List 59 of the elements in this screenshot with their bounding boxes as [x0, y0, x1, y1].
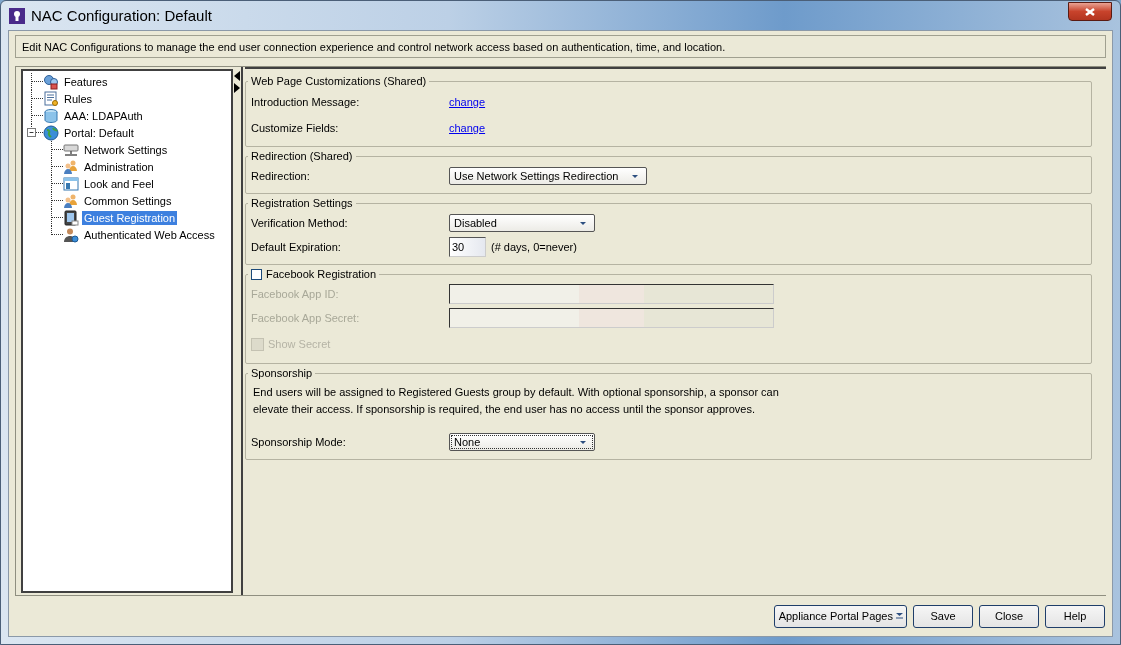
caret-icon [632, 174, 639, 178]
button[interactable]: Save [913, 604, 973, 628]
change-link[interactable]: change [449, 122, 486, 134]
globe-icon [43, 124, 59, 141]
field-label: Facebook App Secret: [251, 312, 361, 324]
dropdown[interactable]: Disabled [449, 214, 595, 232]
tree-item[interactable]: Guest Registration [82, 210, 178, 225]
splitter-handle[interactable] [233, 67, 243, 595]
close-button[interactable] [1068, 2, 1112, 21]
window-icon [63, 175, 79, 192]
keyhole-icon [9, 7, 25, 24]
description-text: End users will be assigned to Registered Guests group by default. With optional sponsorship, a sponsor can elevate their access. If sponsorship is required, the end user has no access until the sponsor approves. [253, 385, 780, 417]
tree-item[interactable]: Common Settings [82, 193, 174, 208]
people-icon [63, 192, 79, 209]
field-label: Facebook App ID: [251, 288, 340, 300]
description-text: Edit NAC Configurations to manage the end user connection experience and control network access based on authentication, time, and location. [22, 41, 726, 53]
caret-icon [580, 221, 586, 225]
change-link[interactable]: change [449, 96, 486, 108]
tablet-icon [63, 209, 79, 226]
splitter-arrows-icon [234, 71, 240, 93]
field-label: Customize Fields: [251, 122, 340, 134]
tree-item[interactable]: Rules [62, 91, 95, 106]
section-title: Registration Settings [251, 197, 353, 209]
menu-button[interactable]: Appliance Portal Pages [773, 604, 907, 628]
server-icon [63, 141, 79, 158]
section-title: Web Page Customizations (Shared) [251, 75, 427, 87]
tree-item[interactable]: Portal: Default [62, 125, 136, 140]
section-title: Redirection (Shared) [251, 150, 353, 162]
database-icon [43, 107, 59, 124]
tree-item[interactable]: Features [62, 74, 110, 89]
document-icon [43, 90, 59, 107]
close-icon [1084, 6, 1096, 17]
minus-icon [28, 129, 35, 136]
number-field[interactable]: 30 [449, 237, 486, 257]
button[interactable]: Help [1045, 604, 1105, 628]
features-icon [43, 73, 59, 90]
section-title: Facebook Registration [266, 268, 377, 280]
dropdown[interactable]: None [449, 433, 595, 451]
field-label: Redirection: [251, 170, 311, 182]
tree-item[interactable]: Authenticated Web Access [82, 227, 217, 242]
field-label: Introduction Message: [251, 96, 361, 108]
caret-icon [896, 613, 903, 619]
field-label: Default Expiration: [251, 241, 342, 253]
hint-text: (# days, 0=never) [491, 241, 577, 253]
tree-item[interactable]: Look and Feel [82, 176, 156, 191]
tree-item[interactable]: Network Settings [82, 142, 170, 157]
collapse-toggle[interactable] [27, 128, 36, 137]
button[interactable]: Close [979, 604, 1039, 628]
section-title: Sponsorship [251, 367, 313, 379]
field-label: Sponsorship Mode: [251, 436, 347, 448]
tree-item[interactable]: AAA: LDAPAuth [62, 108, 145, 123]
caret-icon [580, 440, 586, 444]
people-icon [63, 158, 79, 175]
tree-item[interactable]: Administration [82, 159, 156, 174]
person-icon [63, 226, 79, 243]
checkbox[interactable] [251, 268, 262, 280]
dropdown[interactable]: Use Network Settings Redirection [449, 167, 648, 185]
field-label: Verification Method: [251, 217, 349, 229]
window-title: NAC Configuration: Default [31, 7, 213, 24]
